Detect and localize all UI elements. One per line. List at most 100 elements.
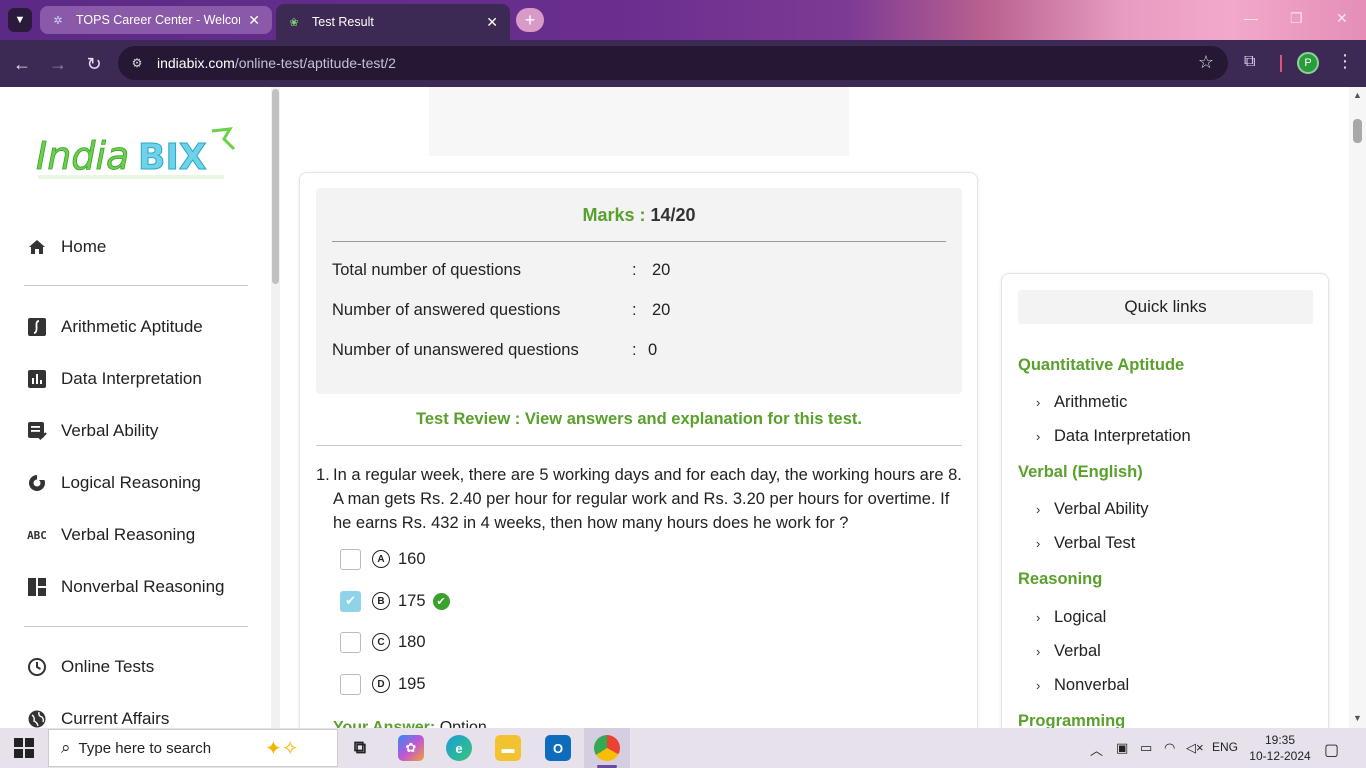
quick-links-heading-verbal[interactable]: Verbal (English) <box>1018 463 1143 482</box>
sidebar-item-data-interpretation[interactable]: Data Interpretation <box>26 366 202 392</box>
option-d[interactable]: D 195 <box>340 672 426 696</box>
summary-row-colon: : <box>632 261 637 279</box>
sidebar-scrollbar-thumb[interactable] <box>272 89 279 284</box>
quick-link-verbal[interactable]: › Verbal <box>1036 642 1101 661</box>
scroll-up-icon[interactable]: ▲ <box>1353 90 1362 100</box>
search-highlight-icon: ✦✧ <box>265 738 299 760</box>
page-scrollbar-thumb[interactable] <box>1353 119 1362 143</box>
quick-link-label: Verbal <box>1054 642 1101 660</box>
volume-muted-icon[interactable]: ◁× <box>1186 740 1204 756</box>
quick-link-nonverbal[interactable]: › Nonverbal <box>1036 676 1129 695</box>
option-b[interactable]: ✔ B 175 ✔ <box>340 589 450 613</box>
bookmark-star-icon[interactable]: ☆ <box>1198 52 1214 73</box>
arrow-right-icon: → <box>49 53 67 74</box>
close-window-icon[interactable]: ✕ <box>1336 10 1348 27</box>
windows-start-icon[interactable] <box>14 738 34 758</box>
quick-link-arithmetic[interactable]: › Arithmetic <box>1036 393 1127 412</box>
quick-link-verbal-test[interactable]: › Verbal Test <box>1036 534 1135 553</box>
arrow-left-icon: ← <box>13 53 31 74</box>
quick-link-verbal-ability[interactable]: › Verbal Ability <box>1036 500 1148 519</box>
option-a[interactable]: A 160 <box>340 547 426 571</box>
option-checkbox[interactable] <box>340 631 361 653</box>
wifi-icon[interactable]: ◠ <box>1164 740 1175 756</box>
indiabix-logo[interactable]: India BIX <box>34 127 244 183</box>
clock-date: 10-12-2024 <box>1249 749 1311 763</box>
restore-icon[interactable]: ❐ <box>1290 10 1303 27</box>
back-button[interactable]: ← <box>10 52 34 76</box>
sidebar-scrollbar[interactable] <box>271 87 280 728</box>
chevron-right-icon: › <box>1036 678 1041 693</box>
quick-link-data-interpretation[interactable]: › Data Interpretation <box>1036 427 1191 446</box>
summary-row-label: Total number of questions <box>332 261 521 279</box>
indiabix-favicon-icon: ❀ <box>289 16 299 29</box>
chrome-icon[interactable] <box>594 735 620 761</box>
quick-links-heading-programming[interactable]: Programming <box>1018 712 1125 728</box>
close-tab-icon[interactable]: ✕ <box>486 14 498 31</box>
sidebar-item-logical-reasoning[interactable]: Logical Reasoning <box>26 470 201 496</box>
browser-tab-test-result[interactable]: ❀ Test Result ✕ <box>276 4 510 40</box>
taskbar-chrome-active[interactable] <box>584 728 630 768</box>
scroll-down-icon[interactable]: ▼ <box>1353 713 1362 723</box>
integral-icon <box>26 316 48 338</box>
sidebar-item-online-tests[interactable]: Online Tests <box>26 654 154 680</box>
sidebar-item-nonverbal-reasoning[interactable]: Nonverbal Reasoning <box>26 574 225 600</box>
option-value: 180 <box>398 632 426 651</box>
sidebar-item-home[interactable]: Home <box>26 234 106 260</box>
test-review-link[interactable]: Test Review : View answers and explanati… <box>316 410 962 429</box>
summary-divider <box>332 241 946 242</box>
taskbar-search[interactable]: ⌕ Type here to search ✦✧ <box>48 729 338 767</box>
chevron-right-icon: › <box>1036 610 1041 625</box>
url-domain: indiabix.com <box>157 55 235 71</box>
page-scrollbar[interactable]: ▲ ▼ <box>1349 87 1366 728</box>
battery-icon[interactable]: ▭ <box>1140 740 1152 756</box>
quick-links-title: Quick links <box>1018 290 1313 324</box>
sidebar-item-arithmetic-aptitude[interactable]: Arithmetic Aptitude <box>26 314 203 340</box>
outlook-icon[interactable]: O <box>545 735 571 761</box>
task-view-icon[interactable]: ⧉ <box>347 735 373 761</box>
clock-time: 19:35 <box>1264 733 1296 747</box>
browser-tab-tops[interactable]: ✲ TOPS Career Center - Welcome ✕ <box>40 6 272 34</box>
question-text: In a regular week, there are 5 working d… <box>333 466 962 532</box>
language-indicator[interactable]: ENG <box>1212 740 1238 754</box>
chevron-down-icon: ▼ <box>14 14 26 26</box>
abc-icon: ABC <box>27 528 47 542</box>
sidebar-item-verbal-ability[interactable]: Verbal Ability <box>26 418 158 444</box>
sidebar-item-verbal-reasoning[interactable]: ABC Verbal Reasoning <box>26 522 195 548</box>
copilot-icon[interactable]: ✿ <box>398 735 424 761</box>
show-hidden-icons-icon[interactable]: ︿ <box>1090 740 1103 759</box>
checklist-icon <box>26 420 48 442</box>
minimize-icon[interactable]: — <box>1244 10 1258 26</box>
quick-links-heading-quantitative[interactable]: Quantitative Aptitude <box>1018 356 1184 375</box>
more-menu-icon[interactable]: ⋮ <box>1336 51 1354 72</box>
quick-link-logical[interactable]: › Logical <box>1036 608 1106 627</box>
sidebar-item-label: Nonverbal Reasoning <box>61 577 225 596</box>
quick-link-label: Verbal Test <box>1054 534 1136 552</box>
sidebar-item-label: Current Affairs <box>61 709 170 728</box>
summary-row-label: Number of unanswered questions <box>332 341 579 359</box>
plus-icon: + <box>524 9 536 30</box>
extensions-icon[interactable]: ⧉ <box>1244 53 1264 73</box>
close-tab-icon[interactable]: ✕ <box>248 12 260 29</box>
file-explorer-icon[interactable]: ▬ <box>495 735 521 761</box>
device-icon[interactable]: ▣ <box>1116 740 1128 756</box>
edge-icon[interactable]: e <box>446 735 472 761</box>
option-checkbox[interactable] <box>340 548 361 570</box>
sidebar-divider <box>24 285 248 286</box>
tops-favicon-icon: ✲ <box>53 14 63 27</box>
profile-avatar[interactable]: P <box>1297 52 1319 74</box>
notifications-icon[interactable]: ▢ <box>1324 740 1339 760</box>
reload-icon: ↻ <box>86 53 102 74</box>
chevron-right-icon: › <box>1036 395 1041 410</box>
reload-button[interactable]: ↻ <box>82 52 106 76</box>
option-checkbox-checked[interactable]: ✔ <box>340 590 361 612</box>
option-c[interactable]: C 180 <box>340 630 426 654</box>
address-bar[interactable]: ⚙ indiabix.com/online-test/aptitude-test… <box>118 46 1228 80</box>
option-checkbox[interactable] <box>340 673 361 695</box>
site-settings-icon[interactable]: ⚙ <box>128 54 146 72</box>
new-tab-button[interactable]: + <box>516 8 544 32</box>
quick-links-heading-reasoning[interactable]: Reasoning <box>1018 570 1102 589</box>
tab-search-button[interactable]: ▼ <box>8 8 32 32</box>
taskbar-clock[interactable]: 19:35 10-12-2024 <box>1244 732 1316 764</box>
forward-button[interactable]: → <box>46 52 70 76</box>
summary-row-value: 0 <box>648 341 658 359</box>
